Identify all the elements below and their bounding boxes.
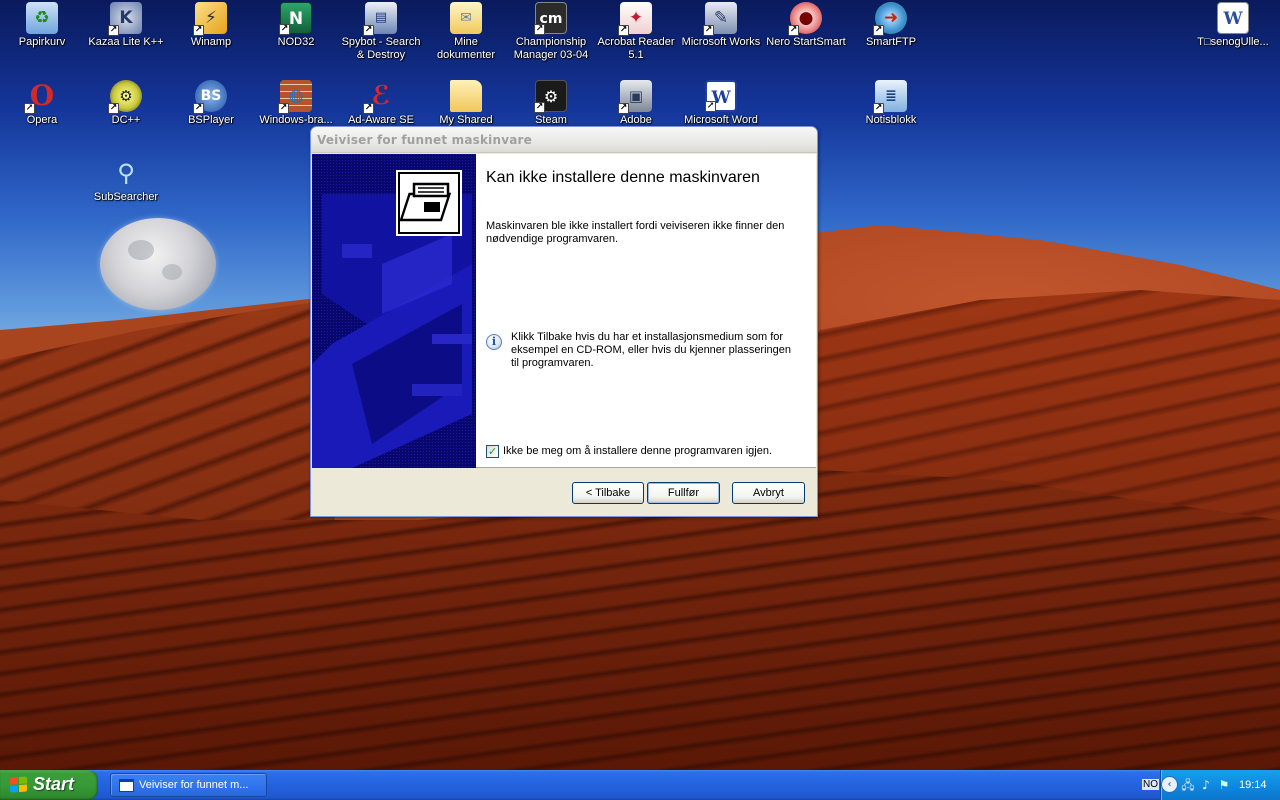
word-document-icon: W [1217, 2, 1249, 34]
volume-icon[interactable]: ♪ [1199, 778, 1213, 792]
wallpaper-moon [100, 218, 216, 310]
adobe-icon: ▣ ↗ [618, 80, 652, 114]
back-button[interactable]: < Tilbake [572, 482, 644, 504]
ad-aware-icon: ℰ ↗ [363, 81, 391, 114]
desktop-icon-kazaa[interactable]: K ↗ Kazaa Lite K++ [84, 2, 168, 49]
desktop-icon-championship-manager[interactable]: cm ↗ Championship Manager 03-04 [509, 2, 593, 62]
desktop-icon-papirkurv[interactable]: ♻ Papirkurv [0, 2, 84, 49]
wizard-banner [312, 154, 476, 468]
recycle-bin-icon: ♻ [26, 2, 58, 34]
taskbar-item-label: Veiviser for funnet m... [139, 779, 249, 791]
kazaa-icon: K ↗ [108, 2, 142, 36]
desktop-icon-acrobat-reader[interactable]: ✦ ↗ Acrobat Reader 5.1 [594, 2, 678, 62]
championship-manager-icon: cm ↗ [534, 2, 567, 35]
info-section: i Klikk Tilbake hvis du har et installas… [486, 331, 806, 376]
desktop-icon-mine-dokumenter[interactable]: ✉ Mine dokumenter [424, 2, 508, 62]
desktop-icon-spybot[interactable]: ▤ ↗ Spybot - Search & Destroy [339, 2, 423, 62]
finish-button[interactable]: Fullfør [647, 482, 720, 504]
info-text: Klikk Tilbake hvis du har et installasjo… [511, 331, 792, 369]
smartftp-icon: ➜ ↗ [873, 2, 907, 36]
works-icon: ✎ ↗ [703, 2, 737, 36]
dialog-titlebar[interactable]: Veiviser for funnet maskinvare [311, 127, 817, 153]
desktop-icon-notisblokk[interactable]: ≣ ↗ Notisblokk [849, 80, 933, 127]
show-hidden-icons-chevron-icon[interactable]: ‹ [1161, 776, 1178, 793]
magnifier-icon: ⚲ [117, 159, 135, 187]
dialog-body: Kan ikke installere denne maskinvaren Ma… [312, 154, 816, 468]
desktop-icon-opera[interactable]: O ↗ Opera [0, 80, 84, 127]
bsplayer-icon: BS ↗ [193, 80, 227, 114]
opera-icon: O ↗ [24, 79, 55, 114]
taskbar-item-hardware-wizard[interactable]: Veiviser for funnet m... [110, 773, 267, 797]
desktop-icon-winamp[interactable]: ⚡ ↗ Winamp [169, 2, 253, 49]
dialog-heading: Kan ikke installere denne maskinvaren [486, 169, 760, 186]
window-icon [119, 779, 134, 792]
desktop-icon-ad-aware[interactable]: ℰ ↗ Ad-Aware SE [339, 80, 423, 127]
hardware-icon [398, 172, 460, 234]
my-documents-icon: ✉ [450, 2, 482, 34]
desktop-icon-smartftp[interactable]: ➜ ↗ SmartFTP [849, 2, 933, 49]
network-icon[interactable]: 🖧 [1181, 778, 1195, 792]
dialog-description: Maskinvaren ble ikke installert fordi ve… [486, 220, 785, 245]
desktop-icon-microsoft-word[interactable]: W ↗ Microsoft Word [679, 80, 763, 127]
desktop-icon-nod32[interactable]: N ↗ NOD32 [254, 2, 338, 49]
security-icon[interactable]: ⚑ [1217, 778, 1231, 792]
winamp-icon: ⚡ ↗ [193, 2, 227, 36]
nero-icon: ● ↗ [788, 2, 822, 36]
nod32-icon: N ↗ [279, 2, 312, 35]
start-label: Start [33, 774, 75, 794]
dont-ask-again-checkbox-row[interactable]: ✓ Ikke be meg om å installere denne prog… [486, 444, 806, 460]
notepad-icon: ≣ ↗ [873, 80, 907, 114]
cancel-button[interactable]: Avbryt [732, 482, 805, 504]
desktop-icon-nero[interactable]: ● ↗ Nero StartSmart [764, 2, 848, 49]
steam-icon: ⚙ ↗ [534, 80, 567, 113]
word-icon: W ↗ [705, 80, 737, 112]
start-button[interactable]: Start [0, 770, 98, 800]
desktop-icon-bsplayer[interactable]: BS ↗ BSPlayer [169, 80, 253, 127]
desktop-icon-steam[interactable]: ⚙ ↗ Steam [509, 80, 593, 127]
dont-ask-again-checkbox[interactable]: ✓ [486, 445, 499, 458]
acrobat-icon: ✦ ↗ [618, 2, 652, 36]
desktop-icon-firewall[interactable]: ◍ ↗ Windows-bra... [254, 80, 338, 127]
desktop-icon-adobe[interactable]: ▣ ↗ Adobe [594, 80, 678, 127]
desktop-icon-dcpp[interactable]: ⚙ ↗ DC++ [84, 80, 168, 127]
desktop-icon-microsoft-works[interactable]: ✎ ↗ Microsoft Works [679, 2, 763, 49]
taskbar: Start Veiviser for funnet m... NO ‹ 🖧 ♪ … [0, 770, 1280, 800]
system-tray: ‹ 🖧 ♪ ⚑ 19:14 [1160, 770, 1280, 800]
clock[interactable]: 19:14 [1239, 779, 1267, 791]
windows-logo-icon [10, 776, 28, 793]
found-hardware-wizard-dialog: Veiviser for funnet maskinvare Kan ikke … [310, 126, 818, 517]
dcpp-icon: ⚙ ↗ [108, 80, 142, 114]
folder-icon [450, 80, 482, 112]
dont-ask-again-label[interactable]: Ikke be meg om å installere denne progra… [503, 445, 772, 458]
desktop-icon-word-document[interactable]: W T□senogUlle... [1191, 2, 1275, 49]
info-icon: i [486, 334, 502, 350]
desktop-icon-subsearcher[interactable]: ⚲ SubSearcher [84, 157, 168, 204]
language-indicator[interactable]: NO [1142, 779, 1159, 790]
firewall-icon: ◍ ↗ [278, 80, 312, 114]
dialog-title: Veiviser for funnet maskinvare [317, 133, 533, 147]
desktop-icon-my-shared[interactable]: My Shared [424, 80, 508, 127]
spybot-icon: ▤ ↗ [363, 2, 397, 36]
